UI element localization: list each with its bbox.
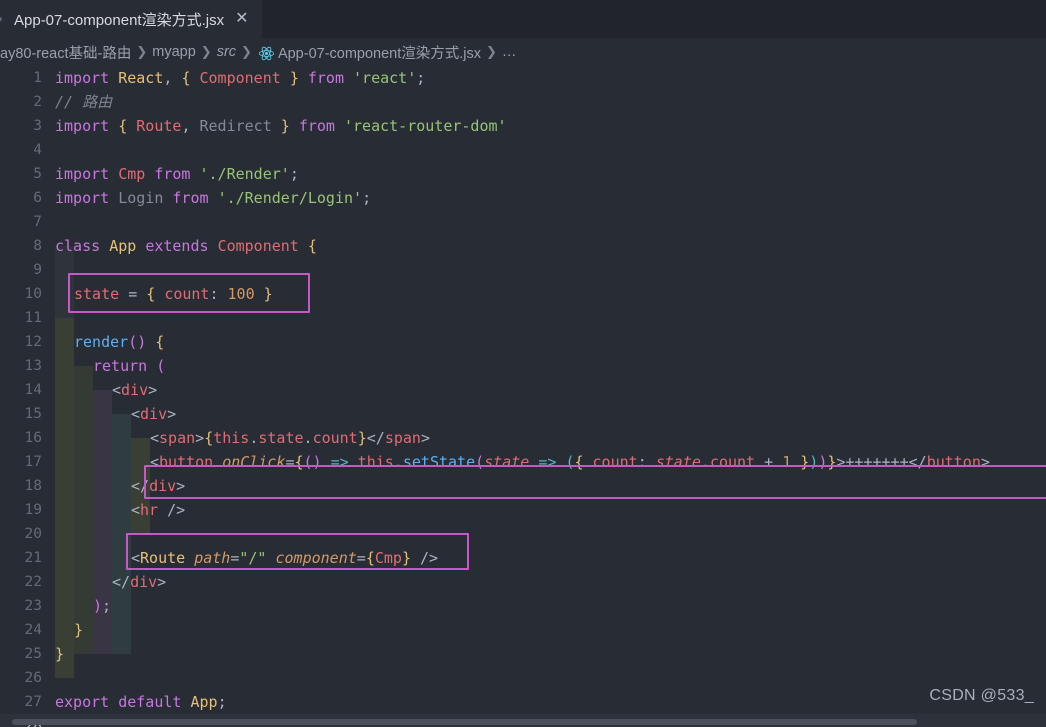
line-number: 4 (33, 142, 42, 158)
code-line: 17 <button onClick={() => this.setState(s… (0, 450, 1046, 474)
line-number: 12 (24, 334, 42, 350)
tab-dirty-indicator-icon: ◂ (0, 13, 5, 24)
line-content-12: render() { (74, 333, 165, 351)
code-lines: 1 import React, { Component } from 'react… (0, 66, 1046, 727)
code-line: 7 (0, 210, 1046, 234)
code-line: 3 import { Route, Redirect } from 'react-… (0, 114, 1046, 138)
line-content-25: } (55, 645, 65, 663)
code-line: 24} (0, 618, 1046, 642)
line-number: 15 (24, 406, 42, 422)
line-content-2: // 路由 (55, 93, 113, 111)
code-line: 12 render() { (0, 330, 1046, 354)
line-number: 25 (24, 646, 42, 662)
code-line: 23); (0, 594, 1046, 618)
line-number: 18 (24, 478, 42, 494)
code-line: 26 (0, 666, 1046, 690)
line-number: 17 (24, 454, 42, 470)
close-icon[interactable]: ✕ (232, 11, 251, 27)
line-number: 26 (24, 670, 42, 686)
line-content-19: <hr /> (131, 501, 186, 519)
line-number: 2 (33, 94, 42, 110)
tab-bar-empty-space (261, 0, 1046, 38)
line-number: 3 (33, 118, 42, 134)
line-content-17: <button onClick={() => this.setState(sta… (150, 453, 990, 471)
line-content-5: import Cmp from './Render'; (55, 165, 299, 183)
line-number: 14 (24, 382, 42, 398)
editor-tab-bar: ◂ App-07-component渲染方式.jsx ✕ (0, 0, 1046, 38)
code-line: 20 (0, 522, 1046, 546)
code-line: 10 state = { count: 100 } (0, 282, 1046, 306)
code-line: 22 </div> (0, 570, 1046, 594)
line-number: 7 (33, 214, 42, 230)
code-editor[interactable]: 1 import React, { Component } from 'react… (0, 66, 1046, 727)
breadcrumb-separator-icon: ❯ (486, 44, 497, 59)
line-number: 6 (33, 190, 42, 206)
editor-tab-active[interactable]: ◂ App-07-component渲染方式.jsx ✕ (0, 0, 262, 38)
line-content-13: return ( (93, 357, 166, 375)
line-number: 19 (24, 502, 42, 518)
line-number: 21 (24, 550, 42, 566)
line-content-1: import React, { Component } from 'react'… (55, 69, 426, 87)
line-content-15: <div> (131, 405, 177, 423)
code-line: 8 class App extends Component { (0, 234, 1046, 258)
line-number: 1 (33, 70, 42, 86)
line-number: 27 (24, 694, 42, 710)
code-line: 2 // 路由 (0, 90, 1046, 114)
line-content-22: </div> (112, 573, 167, 591)
code-line: 6 import Login from './Render/Login'; (0, 186, 1046, 210)
line-number: 23 (24, 598, 42, 614)
breadcrumb-separator-icon: ❯ (200, 44, 212, 59)
line-content-21: <Route path="/" component={Cmp} /> (131, 549, 439, 567)
line-content-27: export default App; (55, 693, 227, 711)
code-line: 13 return ( (0, 354, 1046, 378)
line-number: 20 (24, 526, 42, 542)
horizontal-scrollbar[interactable] (0, 717, 1046, 727)
line-number: 5 (33, 166, 42, 182)
horizontal-scrollbar-thumb[interactable] (12, 719, 917, 725)
breadcrumb-item-src[interactable]: src (217, 44, 236, 60)
vscode-editor-window: ◂ App-07-component渲染方式.jsx ✕ ay80-react基… (0, 0, 1046, 727)
breadcrumb-item-overflow[interactable]: … (502, 44, 517, 60)
breadcrumb-item-folder[interactable]: ay80-react基础-路由 (0, 42, 131, 63)
code-line: 4 (0, 138, 1046, 162)
line-number: 16 (24, 430, 42, 446)
line-number: 24 (24, 622, 42, 638)
line-content-3: import { Route, Redirect } from 'react-r… (55, 117, 507, 135)
line-content-10: state = { count: 100 } (74, 285, 273, 303)
code-line: 16 <span>{this.state.count}</span> (0, 426, 1046, 450)
breadcrumb-separator-icon: ❯ (136, 44, 148, 59)
line-content-18: </div> (131, 477, 186, 495)
watermark: CSDN @533_ (929, 687, 1034, 704)
line-number: 22 (24, 574, 42, 590)
code-line: 11 (0, 306, 1046, 330)
code-line: 1 import React, { Component } from 'react… (0, 66, 1046, 90)
code-line: 21 <Route path="/" component={Cmp} /> (0, 546, 1046, 570)
line-content-6: import Login from './Render/Login'; (55, 189, 372, 207)
line-content-8: class App extends Component { (55, 237, 317, 255)
line-content-14: <div> (112, 381, 158, 399)
line-content-24: } (74, 621, 84, 639)
code-line: 27 export default App; (0, 690, 1046, 714)
code-line: 9 (0, 258, 1046, 282)
code-line: 14 <div> (0, 378, 1046, 402)
line-number: 11 (24, 310, 42, 326)
react-icon (258, 45, 275, 62)
breadcrumb-item-myapp[interactable]: myapp (152, 44, 196, 60)
line-number: 9 (33, 262, 42, 278)
breadcrumb: ay80-react基础-路由 ❯ myapp ❯ src ❯ App-07-c… (0, 38, 1046, 66)
line-content-23: ); (93, 597, 112, 615)
line-content-16: <span>{this.state.count}</span> (150, 429, 430, 447)
code-line: 15 <div> (0, 402, 1046, 426)
code-line: 25} (0, 642, 1046, 666)
breadcrumb-item-file[interactable]: App-07-component渲染方式.jsx (278, 42, 481, 63)
code-line: 19 <hr /> (0, 498, 1046, 522)
code-line: 5 import Cmp from './Render'; (0, 162, 1046, 186)
line-number: 13 (24, 358, 42, 374)
tab-title: App-07-component渲染方式.jsx (14, 11, 225, 29)
breadcrumb-separator-icon: ❯ (241, 44, 252, 59)
code-line: 18 </div> (0, 474, 1046, 498)
line-number: 10 (24, 286, 42, 302)
line-number: 8 (33, 238, 42, 254)
